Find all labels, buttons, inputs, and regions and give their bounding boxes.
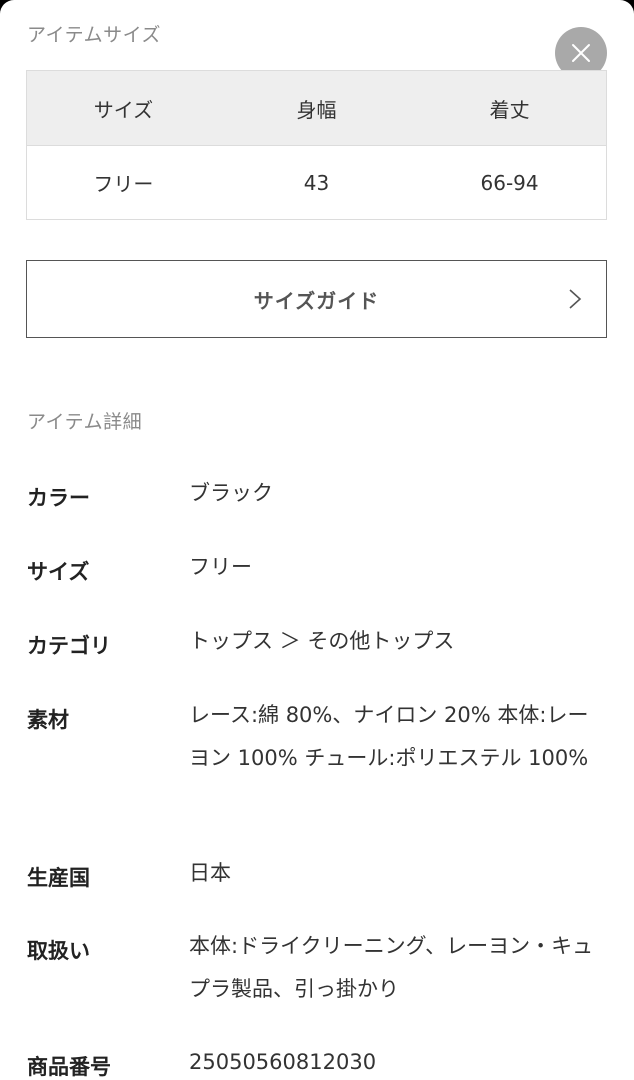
item-size-heading: アイテムサイズ bbox=[27, 24, 162, 46]
detail-value: 本体:ドライクリーニング、レーヨン・キュプラ製品、引っ掛かり bbox=[189, 934, 594, 1001]
detail-key: 生産国 bbox=[27, 866, 90, 890]
size-table: サイズ 身幅 着丈 フリー 43 66-94 bbox=[26, 70, 607, 220]
detail-value: 日本 bbox=[189, 861, 231, 885]
size-guide-label: サイズガイド bbox=[253, 289, 380, 313]
detail-key: 取扱い bbox=[27, 939, 90, 963]
size-table-cell: 43 bbox=[219, 145, 414, 220]
detail-key: カテゴリ bbox=[27, 634, 111, 658]
detail-value: レース:綿 80%、ナイロン 20% 本体:レーヨン 100% チュール:ポリエ… bbox=[189, 703, 589, 770]
size-table-header-row: サイズ 身幅 着丈 bbox=[26, 70, 607, 146]
size-table-cell: フリー bbox=[26, 145, 220, 220]
size-table-header: 着丈 bbox=[489, 97, 530, 122]
item-detail-sheet: アイテムサイズ サイズ 身幅 着丈 フリー 43 66-94 サイズガイド アイ… bbox=[0, 0, 634, 1080]
detail-value: フリー bbox=[189, 555, 252, 579]
table-row: フリー 43 66-94 bbox=[26, 145, 607, 220]
chevron-right-icon bbox=[569, 289, 582, 309]
detail-value: 25050560812030 bbox=[189, 1050, 377, 1074]
size-table-header: サイズ bbox=[93, 97, 154, 122]
item-detail-heading: アイテム詳細 bbox=[27, 411, 143, 433]
close-icon bbox=[572, 44, 590, 62]
detail-key: 素材 bbox=[27, 708, 69, 732]
size-guide-button[interactable]: サイズガイド bbox=[26, 260, 607, 338]
detail-key: サイズ bbox=[27, 560, 90, 584]
detail-key: 商品番号 bbox=[27, 1055, 111, 1079]
size-table-header: 身幅 bbox=[296, 97, 337, 122]
detail-value: トップス ＞ その他トップス bbox=[189, 629, 455, 653]
size-table-cell: 66-94 bbox=[413, 145, 607, 220]
detail-value: ブラック bbox=[189, 481, 273, 505]
detail-key: カラー bbox=[27, 486, 90, 510]
